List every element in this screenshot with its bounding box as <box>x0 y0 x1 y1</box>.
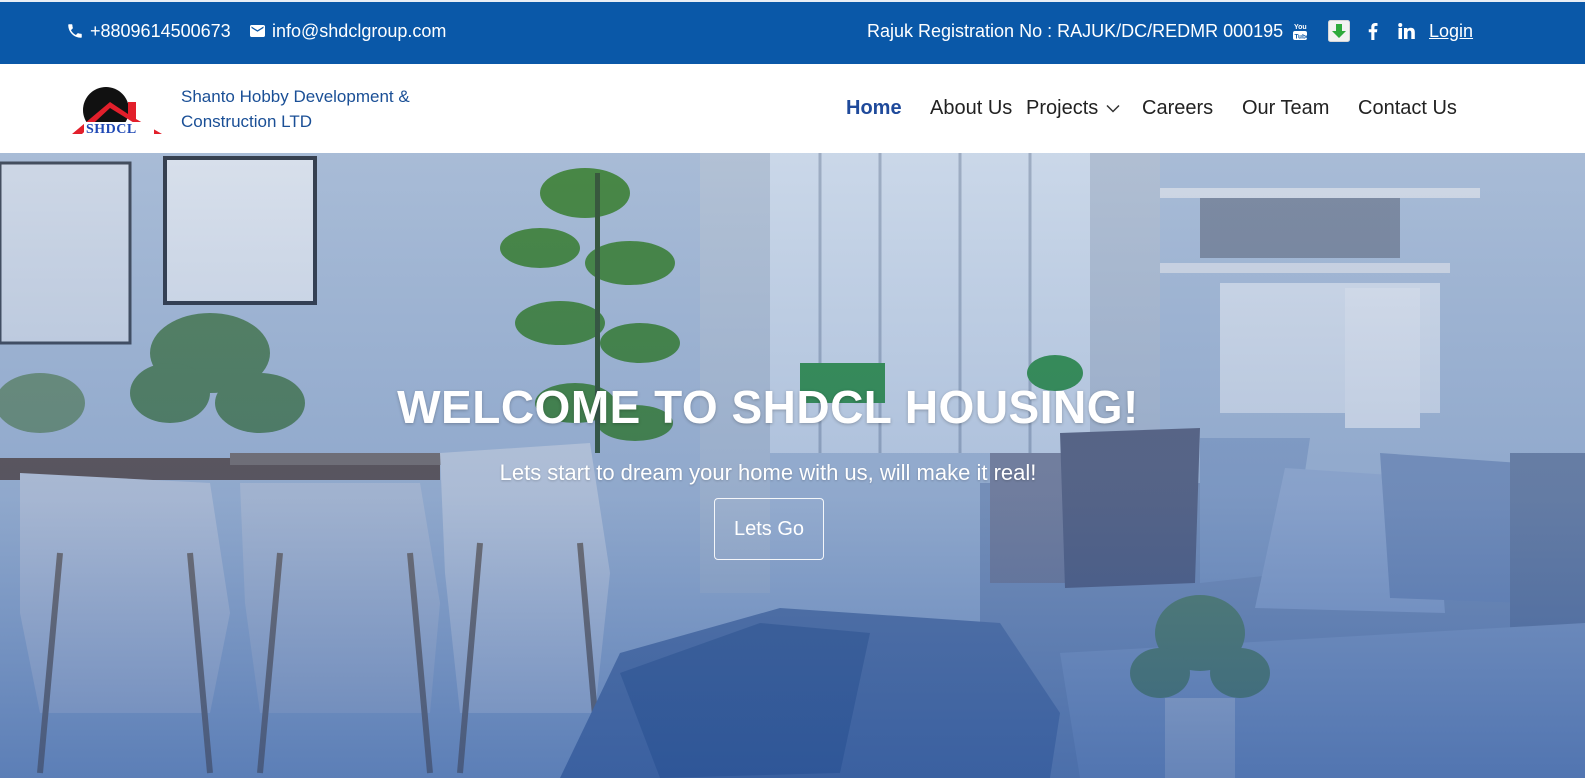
hero-subtitle: Lets start to dream your home with us, w… <box>499 460 1037 485</box>
nav-item-home[interactable]: Home <box>846 64 902 153</box>
facebook-icon <box>1368 22 1378 40</box>
svg-text:You: You <box>1294 24 1307 31</box>
linkedin-icon <box>1397 23 1415 39</box>
youtube-link[interactable]: You Tube <box>1290 2 1310 60</box>
nav-item-our-team[interactable]: Our Team <box>1242 64 1329 153</box>
main-navigation: Home About Us Projects Careers Our Team … <box>0 64 1585 153</box>
email-contact[interactable]: info@shdclgroup.com <box>250 2 446 60</box>
login-link[interactable]: Login <box>1429 2 1473 60</box>
nav-item-careers[interactable]: Careers <box>1142 64 1213 153</box>
phone-icon <box>68 24 82 38</box>
chevron-down-icon <box>1106 104 1120 113</box>
nav-item-projects-label: Projects <box>1026 97 1099 119</box>
hero-title: WELCOME TO SHDCL HOUSING! <box>397 381 1139 433</box>
registration-number: Rajuk Registration No : RAJUK/DC/REDMR 0… <box>867 20 1284 41</box>
hero-banner: WELCOME TO SHDCL HOUSING! Lets start to … <box>0 153 1585 778</box>
nav-item-contact-us[interactable]: Contact Us <box>1358 64 1457 153</box>
download-brochure-link[interactable] <box>1327 2 1351 60</box>
phone-number: +8809614500673 <box>90 20 231 41</box>
svg-text:Tube: Tube <box>1295 34 1309 41</box>
lets-go-button[interactable]: Lets Go <box>714 498 824 560</box>
nav-item-about-us[interactable]: About Us <box>930 64 1012 153</box>
linkedin-link[interactable] <box>1395 2 1417 60</box>
facebook-link[interactable] <box>1363 2 1383 60</box>
nav-item-projects[interactable]: Projects <box>1026 64 1120 153</box>
top-contact-bar: +8809614500673 info@shdclgroup.com Rajuk… <box>0 0 1585 64</box>
email-address: info@shdclgroup.com <box>272 20 447 41</box>
mail-icon <box>250 25 265 37</box>
youtube-icon: You Tube <box>1293 24 1309 41</box>
download-icon <box>1328 20 1350 42</box>
phone-contact[interactable]: +8809614500673 <box>66 2 231 60</box>
site-header: SHDCL Shanto Hobby Development & Constru… <box>0 64 1585 153</box>
